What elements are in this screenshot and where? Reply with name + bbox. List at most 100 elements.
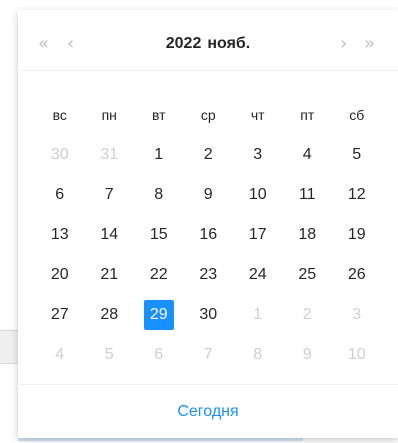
day-cell[interactable]: 17 [233,215,283,255]
day-cell-outside[interactable]: 9 [283,335,333,375]
day-cell[interactable]: 23 [184,255,234,295]
background-page [0,0,18,443]
day-number: 30 [50,146,69,163]
day-number: 7 [203,346,213,363]
day-cell-outside[interactable]: 6 [134,335,184,375]
week-row: 4 5 6 7 8 9 10 [35,335,382,375]
day-number: 2 [203,146,213,163]
day-cell[interactable]: 27 [35,295,85,335]
day-cell-outside[interactable]: 30 [35,135,85,175]
day-number: 28 [100,306,119,323]
weekday-label: вт [151,107,166,123]
day-cell[interactable]: 20 [35,255,85,295]
next-year-icon[interactable]: » [364,32,375,56]
day-number: 2 [302,306,312,323]
day-cell[interactable]: 30 [184,295,234,335]
day-number: 19 [347,226,366,243]
day-cell-outside[interactable]: 5 [85,335,135,375]
day-cell-outside[interactable]: 4 [35,335,85,375]
day-number: 8 [253,346,263,363]
week-row: 13 14 15 16 17 18 19 [35,215,382,255]
day-cell[interactable]: 3 [233,135,283,175]
day-number: 1 [154,146,164,163]
day-number: 17 [248,226,267,243]
day-cell-outside[interactable]: 2 [283,295,333,335]
weekday-label: чт [250,107,265,123]
week-row: 6 7 8 9 10 11 12 [35,175,382,215]
day-cell[interactable]: 7 [85,175,135,215]
weekday-label: вс [52,107,67,123]
day-number: 11 [298,186,316,203]
day-cell[interactable]: 4 [283,135,333,175]
weekday-label: пт [300,107,315,123]
week-row: 30 31 1 2 3 4 5 [35,135,382,175]
weekday-label: ср [200,107,216,123]
today-button[interactable]: Сегодня [18,385,398,439]
day-cell[interactable]: 11 [283,175,333,215]
day-cell[interactable]: 14 [85,215,135,255]
day-cell[interactable]: 12 [332,175,382,215]
day-cell-outside[interactable]: 7 [184,335,234,375]
day-cell[interactable]: 28 [85,295,135,335]
day-cell[interactable]: 19 [332,215,382,255]
day-number: 24 [248,266,267,283]
day-number: 21 [100,266,119,283]
day-cell[interactable]: 22 [134,255,184,295]
day-number: 31 [100,146,119,163]
day-number: 3 [352,306,362,323]
day-number: 4 [302,146,312,163]
day-number: 16 [199,226,218,243]
day-number: 27 [50,306,69,323]
year-button[interactable]: 2022 [166,35,202,52]
day-cell[interactable]: 18 [283,215,333,255]
weekday-header-row: вс пн вт ср чт пт сб [35,95,382,135]
day-number: 20 [50,266,69,283]
day-number: 9 [203,186,213,203]
day-cell[interactable]: 25 [283,255,333,295]
day-number: 22 [149,266,168,283]
month-button[interactable]: нояб. [207,35,250,52]
day-number: 10 [347,346,366,363]
day-cell[interactable]: 21 [85,255,135,295]
background-input-fragment [0,330,18,364]
day-number: 14 [100,226,119,243]
week-row: 27 28 29 30 1 2 3 [35,295,382,335]
day-cell[interactable]: 16 [184,215,234,255]
day-number: 3 [253,146,263,163]
date-picker-footer: Сегодня [18,384,398,439]
day-cell-selected[interactable]: 29 [134,295,184,335]
day-number: 4 [55,346,65,363]
weekday-label: сб [349,107,365,123]
day-number: 23 [199,266,218,283]
day-cell[interactable]: 26 [332,255,382,295]
day-cell[interactable]: 13 [35,215,85,255]
day-cell-outside[interactable]: 1 [233,295,283,335]
day-cell-outside[interactable]: 3 [332,295,382,335]
day-number: 25 [298,266,317,283]
weekday-label: пн [101,107,117,123]
day-number: 5 [352,146,362,163]
date-picker-popup: « ‹ 2022 нояб. › » вс пн вт ср чт пт сб 3… [18,10,398,438]
day-number: 30 [199,306,218,323]
day-number: 6 [55,186,65,203]
day-number: 13 [50,226,69,243]
day-number: 1 [253,306,263,323]
day-number: 29 [143,300,174,330]
day-cell[interactable]: 10 [233,175,283,215]
day-cell[interactable]: 8 [134,175,184,215]
day-cell-outside[interactable]: 31 [85,135,135,175]
day-number: 7 [104,186,114,203]
day-cell[interactable]: 2 [184,135,234,175]
day-cell[interactable]: 5 [332,135,382,175]
day-number: 5 [104,346,114,363]
day-cell[interactable]: 9 [184,175,234,215]
day-cell[interactable]: 15 [134,215,184,255]
next-month-icon[interactable]: › [340,32,347,56]
day-cell[interactable]: 1 [134,135,184,175]
day-cell[interactable]: 6 [35,175,85,215]
day-cell[interactable]: 24 [233,255,283,295]
day-number: 8 [154,186,164,203]
day-cell-outside[interactable]: 10 [332,335,382,375]
day-cell-outside[interactable]: 8 [233,335,283,375]
date-picker-header: « ‹ 2022 нояб. › » [18,10,398,71]
